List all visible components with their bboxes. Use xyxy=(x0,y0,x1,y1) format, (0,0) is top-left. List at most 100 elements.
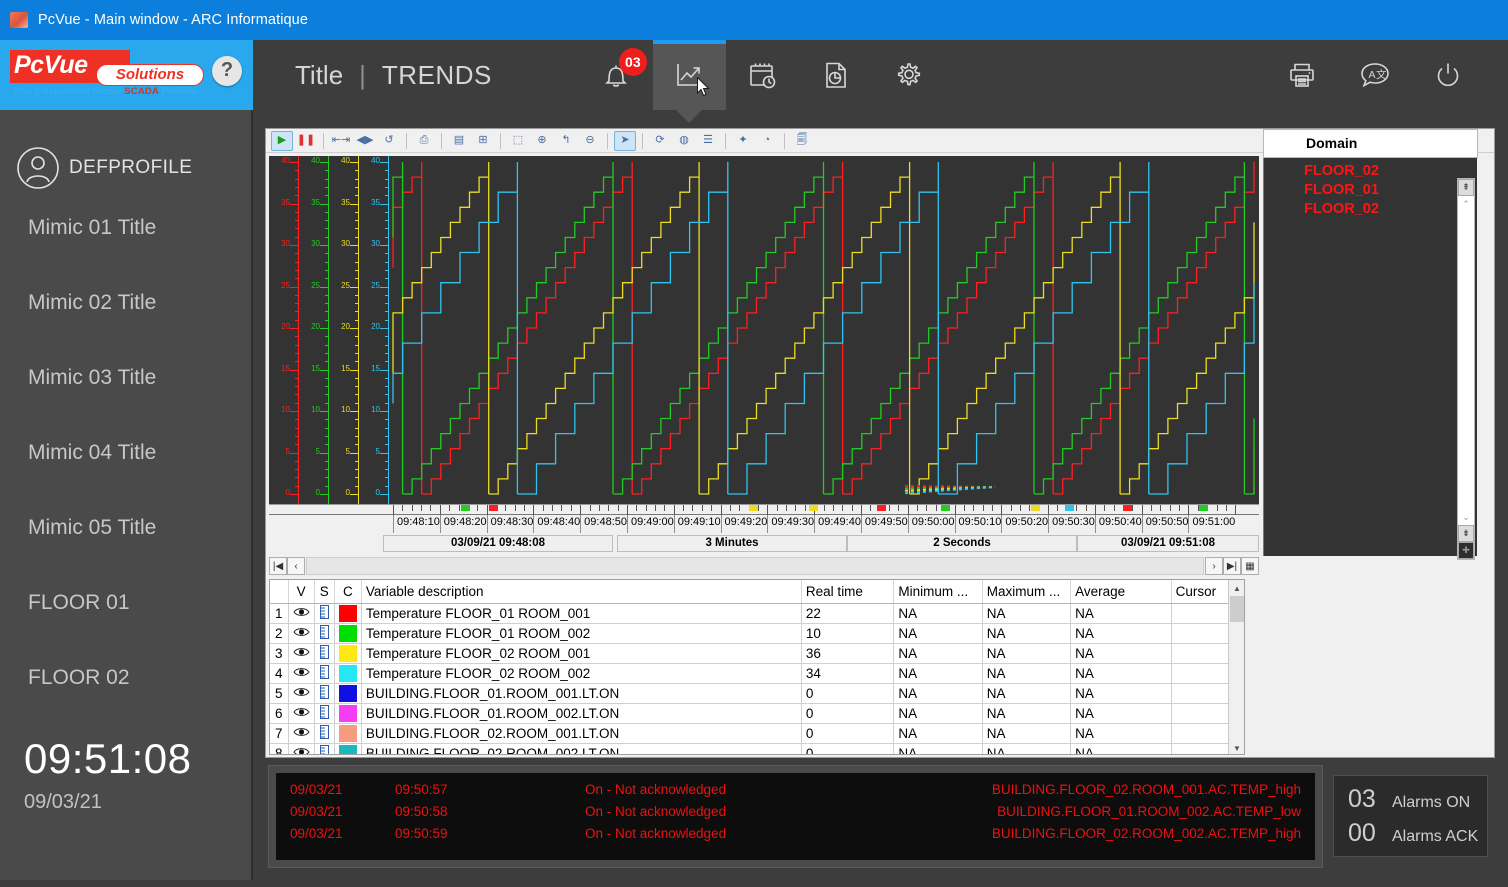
scroll-prev-button[interactable]: ‹ xyxy=(287,557,305,575)
color-swatch-cell[interactable] xyxy=(334,683,361,703)
nav-button-settings[interactable] xyxy=(872,40,945,110)
visibility-toggle[interactable] xyxy=(288,703,314,723)
nav-button-power[interactable] xyxy=(1411,40,1484,110)
visibility-toggle[interactable] xyxy=(288,663,314,683)
scale-button[interactable] xyxy=(314,663,334,683)
table-row[interactable]: 5BUILDING.FLOOR_01.ROOM_001.LT.ON0NANANA xyxy=(270,683,1244,703)
grid-scroll-thumb[interactable] xyxy=(1230,596,1244,622)
color-swatch-cell[interactable] xyxy=(334,703,361,723)
sidebar-item-mimic-02[interactable]: Mimic 02 Title xyxy=(0,265,251,340)
refresh-button[interactable]: ⟳ xyxy=(649,131,671,151)
scroll-top-button[interactable]: ⇞ xyxy=(1458,179,1474,196)
scale-button[interactable] xyxy=(314,743,334,755)
scroll-end-button[interactable]: ✛ xyxy=(1458,542,1474,559)
scroll-bottom-button[interactable]: ⇟ xyxy=(1458,525,1474,542)
table-row[interactable]: 4Temperature FLOOR_02 ROOM_00234NANANA xyxy=(270,663,1244,683)
nav-button-reports[interactable] xyxy=(799,40,872,110)
layers-button[interactable]: ☰ xyxy=(697,131,719,151)
scale-button[interactable] xyxy=(314,643,334,663)
scroll-first-button[interactable]: |◀ xyxy=(269,557,287,575)
nav-button-trends[interactable] xyxy=(653,40,726,110)
export-button[interactable]: 🗐 xyxy=(791,131,813,151)
scale-button[interactable] xyxy=(314,603,334,623)
scale-button[interactable] xyxy=(314,723,334,743)
horizontal-scroll-track[interactable] xyxy=(306,557,1204,575)
scroll-last-button[interactable]: ▶| xyxy=(1223,557,1241,575)
table-row[interactable]: 3Temperature FLOOR_02 ROOM_00136NANANA xyxy=(270,643,1244,663)
nav-button-print[interactable] xyxy=(1265,40,1338,110)
alarm-row[interactable]: 09/03/2109:50:57On - Not acknowledgedBUI… xyxy=(290,779,1301,801)
play-button[interactable]: ▶ xyxy=(271,131,293,151)
sidebar-item-mimic-01[interactable]: Mimic 01 Title xyxy=(0,190,251,265)
table-row[interactable]: 8BUILDING.FLOOR_02.ROOM_002.LT.ON0NANANA xyxy=(270,743,1244,755)
zoom-in-button[interactable]: ⊕ xyxy=(531,131,553,151)
visibility-toggle[interactable] xyxy=(288,723,314,743)
nav-button-scheduler[interactable] xyxy=(726,40,799,110)
help-button[interactable]: ? xyxy=(212,56,242,86)
clock-button[interactable]: ◔ xyxy=(756,131,778,151)
sidebar-item-mimic-04[interactable]: Mimic 04 Title xyxy=(0,415,251,490)
table-row[interactable]: 7BUILDING.FLOOR_02.ROOM_001.LT.ON0NANANA xyxy=(270,723,1244,743)
alarm-row[interactable]: 09/03/2109:50:59On - Not acknowledgedBUI… xyxy=(290,823,1301,845)
pause-button[interactable]: ❚❚ xyxy=(295,131,317,151)
scroll-down-icon[interactable]: ⌄ xyxy=(1458,509,1474,525)
sidebar-item-floor-02[interactable]: FLOOR 02 xyxy=(0,640,251,715)
globe-button[interactable]: ◍ xyxy=(673,131,695,151)
scale-button[interactable] xyxy=(314,683,334,703)
color-swatch-cell[interactable] xyxy=(334,663,361,683)
full-grid-button[interactable]: ⊞ xyxy=(472,131,494,151)
table-row[interactable]: 2Temperature FLOOR_01 ROOM_00210NANANA xyxy=(270,623,1244,643)
scroll-up-icon[interactable]: ⌃ xyxy=(1458,196,1474,212)
zoom-out-button[interactable]: ⊖ xyxy=(579,131,601,151)
trend-data-grid[interactable]: V S C Variable description Real time Min… xyxy=(269,579,1245,755)
domain-vertical-scrollbar[interactable]: ⇞ ⌃ ⌄ ⇟ ✛ xyxy=(1457,178,1475,560)
grid-scroll-down-icon[interactable]: ▼ xyxy=(1229,740,1245,755)
print-button[interactable]: ⎙ xyxy=(413,131,435,151)
grid-toggle-button[interactable]: ▦ xyxy=(1241,557,1259,575)
zoom-previous-button[interactable]: ↰ xyxy=(555,131,577,151)
trend-plot-area[interactable]: 0510152025303540051015202530354005101520… xyxy=(269,156,1259,504)
y-axis-tick xyxy=(385,419,389,420)
visibility-toggle[interactable] xyxy=(288,643,314,663)
profile-row[interactable]: DEFPROFILE xyxy=(0,110,251,190)
undo-zoom-button[interactable]: ↺ xyxy=(378,131,400,151)
sidebar-item-floor-01[interactable]: FLOOR 01 xyxy=(0,565,251,640)
y-axis-tick xyxy=(385,270,389,271)
y-axis-tick xyxy=(380,162,389,163)
domain-row[interactable]: FLOOR_02 xyxy=(1304,200,1477,219)
scale-button[interactable] xyxy=(314,703,334,723)
color-swatch-cell[interactable] xyxy=(334,723,361,743)
visibility-toggle[interactable] xyxy=(288,743,314,755)
domain-row[interactable]: FLOOR_01 xyxy=(1304,181,1477,200)
select-pointer-button[interactable]: ➤ xyxy=(614,131,636,151)
x-label-separator xyxy=(1142,515,1143,533)
zoom-area-button[interactable]: ⬚ xyxy=(507,131,529,151)
vertical-grid-button[interactable]: ▤ xyxy=(448,131,470,151)
visibility-toggle[interactable] xyxy=(288,683,314,703)
color-swatch-cell[interactable] xyxy=(334,623,361,643)
scale-button[interactable] xyxy=(314,623,334,643)
color-swatch-cell[interactable] xyxy=(334,603,361,623)
marker-button[interactable]: ✦ xyxy=(732,131,754,151)
sidebar-item-mimic-05[interactable]: Mimic 05 Title xyxy=(0,490,251,565)
zoom-fit-horizontal-button[interactable]: ⇤⇥ xyxy=(330,131,352,151)
color-swatch-cell[interactable] xyxy=(334,643,361,663)
sidebar-item-mimic-03[interactable]: Mimic 03 Title xyxy=(0,340,251,415)
visibility-toggle[interactable] xyxy=(288,623,314,643)
nav-button-alarms[interactable]: 03 xyxy=(580,40,653,110)
alarm-list[interactable]: 09/03/2109:50:57On - Not acknowledgedBUI… xyxy=(276,773,1315,860)
zoom-expand-horizontal-button[interactable]: ◀▶ xyxy=(354,131,376,151)
trend-horizontal-scroll[interactable]: |◀ ‹ › ▶| ▦ xyxy=(269,556,1259,576)
scroll-next-button[interactable]: › xyxy=(1205,557,1223,575)
grid-vertical-scrollbar[interactable]: ▲ ▼ xyxy=(1228,580,1244,755)
domain-row[interactable]: FLOOR_02 xyxy=(1304,162,1477,181)
table-row[interactable]: 6BUILDING.FLOOR_01.ROOM_002.LT.ON0NANANA xyxy=(270,703,1244,723)
grid-scroll-up-icon[interactable]: ▲ xyxy=(1229,580,1245,596)
alarm-row[interactable]: 09/03/2109:50:58On - Not acknowledgedBUI… xyxy=(290,801,1301,823)
color-swatch-cell[interactable] xyxy=(334,743,361,755)
x-axis-tick xyxy=(412,505,413,511)
visibility-toggle[interactable] xyxy=(288,603,314,623)
toolbar-divider xyxy=(725,133,726,149)
table-row[interactable]: 1Temperature FLOOR_01 ROOM_00122NANANA xyxy=(270,603,1244,623)
nav-button-language[interactable]: A 文 xyxy=(1338,40,1411,110)
